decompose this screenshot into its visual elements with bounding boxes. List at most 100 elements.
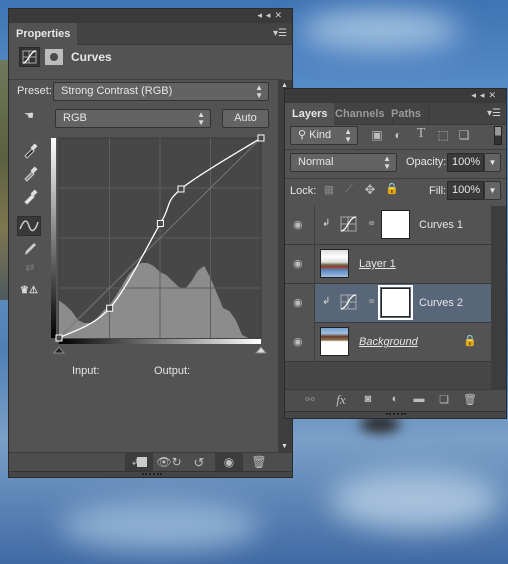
new-adjustment-layer-icon[interactable]: ◐	[386, 393, 404, 405]
curve-control-point[interactable]	[156, 219, 164, 227]
filter-smart-object-icon[interactable]: ❏	[456, 128, 472, 142]
input-gradient-bar	[59, 339, 261, 344]
fill-dropdown-icon[interactable]: ▼	[484, 181, 501, 200]
curves-adjustment-button[interactable]	[19, 47, 40, 67]
close-icon[interactable]: ✕	[274, 10, 286, 20]
lock-image-icon[interactable]: ⟋	[342, 183, 356, 196]
channel-select[interactable]: RGB ▲ ▼	[55, 109, 211, 128]
input-label: Input:	[72, 365, 100, 377]
layer-name[interactable]: Curves 1	[419, 219, 463, 231]
layer-thumbnail[interactable]	[320, 249, 349, 278]
tab-paths[interactable]: Paths	[384, 103, 429, 125]
filter-kind-select[interactable]: ⚲ Kind ▲ ▼	[290, 126, 358, 145]
auto-button[interactable]: Auto	[222, 109, 269, 128]
chain-link-icon: ⚭	[367, 296, 377, 308]
opacity-dropdown-icon[interactable]: ▼	[484, 153, 501, 172]
panel-menu-icon[interactable]: ▾☰	[487, 108, 501, 119]
properties-titlebar[interactable]: ◂◂✕	[9, 9, 292, 23]
lock-icon: 🔒	[463, 335, 477, 347]
lock-transparent-icon[interactable]: ▦	[322, 183, 336, 196]
filter-kind-value: Kind	[309, 129, 332, 141]
clipping-warning-icon[interactable]: ♛⚠	[17, 285, 41, 305]
reset-button[interactable]: ↺	[185, 455, 213, 471]
lock-label: Lock:	[290, 185, 317, 197]
reset-icon: ↺	[193, 455, 205, 470]
white-point-eyedropper-icon[interactable]	[18, 187, 42, 207]
panel-menu-icon[interactable]: ▾☰	[273, 28, 287, 39]
delete-adjustment-button[interactable]: 🗑	[245, 455, 273, 469]
link-layers-icon[interactable]: ⚯	[301, 393, 319, 406]
layer-list: ◉ ↲ ⚭ Curves 1 ◉ Layer 1 ◉ ↲ ⚭ Curves 2 …	[285, 206, 506, 389]
resize-grip[interactable]	[9, 471, 292, 477]
curve-points-icon[interactable]	[17, 216, 41, 236]
layer-name[interactable]: Layer 1	[359, 258, 396, 270]
pencil-icon[interactable]	[18, 239, 42, 259]
close-icon[interactable]: ✕	[488, 90, 500, 100]
tab-properties[interactable]: Properties	[9, 23, 78, 45]
filter-type-icon[interactable]: T	[413, 126, 429, 142]
mask-button[interactable]	[45, 49, 63, 65]
mask-icon	[50, 53, 58, 61]
collapse-icon[interactable]: ◂◂	[257, 10, 274, 20]
filter-shape-icon[interactable]: ⬚	[435, 128, 451, 142]
tab-channels[interactable]: Channels	[328, 103, 393, 125]
curve-control-point[interactable]	[257, 134, 265, 142]
layer-style-fx-icon[interactable]: fx	[330, 392, 352, 408]
curve-control-point[interactable]	[177, 185, 185, 193]
output-label: Output:	[154, 365, 191, 377]
layers-scrollbar[interactable]	[491, 206, 506, 389]
visibility-toggle[interactable]: ◉	[285, 323, 315, 362]
smooth-icon[interactable]: ⇄	[18, 261, 42, 281]
layer-mask-thumbnail-active[interactable]	[378, 285, 413, 320]
add-mask-icon[interactable]: ◙	[359, 393, 377, 405]
opacity-field[interactable]: 100%	[447, 153, 484, 172]
collapse-icon[interactable]: ◂◂	[471, 90, 488, 100]
layer-row-curves-2[interactable]: ◉ ↲ ⚭ Curves 2	[285, 284, 491, 323]
filter-adjustment-icon[interactable]: ◐	[390, 128, 406, 142]
fill-field[interactable]: 100%	[447, 181, 484, 200]
eye-icon: ◉	[293, 219, 303, 231]
cloud	[300, 10, 460, 50]
layer-mask-thumbnail[interactable]	[381, 210, 410, 239]
layer-row-layer-1[interactable]: ◉ Layer 1	[285, 245, 491, 284]
visibility-toggle[interactable]: ◉	[285, 284, 315, 323]
opacity-label: Opacity:	[406, 156, 447, 168]
curves-graph[interactable]	[51, 134, 271, 356]
layer-thumbnail[interactable]	[320, 327, 349, 356]
black-point-slider[interactable]	[52, 346, 66, 354]
layer-name[interactable]: Background	[359, 336, 418, 348]
new-layer-icon[interactable]: ❏	[435, 393, 453, 406]
blend-mode-select[interactable]: Normal ▲ ▼	[290, 153, 397, 172]
resize-grip[interactable]	[285, 411, 506, 418]
layers-titlebar[interactable]: ◂◂✕	[285, 89, 506, 103]
layers-panel: ◂◂✕ Layers Channels Paths ▾☰ ⚲ Kind ▲ ▼ ▣…	[284, 88, 507, 419]
divider	[9, 79, 284, 80]
eye-icon: ◉	[223, 455, 235, 469]
layer-row-curves-1[interactable]: ◉ ↲ ⚭ Curves 1	[285, 206, 491, 245]
new-group-folder-icon[interactable]: ▬	[410, 393, 428, 405]
targeted-adjustment-hand-icon[interactable]: ☚	[17, 109, 41, 129]
clip-to-layer-button[interactable]: ↲	[125, 453, 153, 472]
delete-layer-trash-icon[interactable]: 🗑	[461, 393, 479, 406]
visibility-toggle[interactable]: ◉	[285, 245, 315, 284]
clipping-arrow-icon: ↲	[322, 218, 331, 229]
toggle-visibility-button[interactable]: ◉	[215, 453, 243, 472]
preset-select[interactable]: Strong Contrast (RGB) ▲ ▼	[53, 82, 269, 101]
adjustment-curves-icon	[340, 216, 357, 232]
divider	[285, 178, 506, 179]
white-point-slider[interactable]	[254, 346, 268, 354]
filter-toggle[interactable]	[494, 126, 502, 145]
visibility-toggle[interactable]: ◉	[285, 206, 315, 245]
gray-point-eyedropper-icon[interactable]	[18, 164, 42, 184]
filter-pixel-icon[interactable]: ▣	[369, 128, 385, 142]
curve-control-point[interactable]	[106, 304, 114, 312]
view-previous-state-button[interactable]: 👁↻	[155, 455, 183, 469]
curve-control-point[interactable]	[55, 334, 63, 342]
layer-row-background[interactable]: ◉ Background 🔒	[285, 323, 491, 362]
preset-label: Preset:	[17, 85, 52, 97]
black-point-eyedropper-icon[interactable]	[18, 141, 42, 161]
lock-all-icon[interactable]: 🔒	[385, 182, 399, 195]
layer-name[interactable]: Curves 2	[419, 297, 463, 309]
lock-position-icon[interactable]: ✥	[363, 182, 377, 198]
scroll-down-icon[interactable]: ▼	[281, 443, 288, 450]
